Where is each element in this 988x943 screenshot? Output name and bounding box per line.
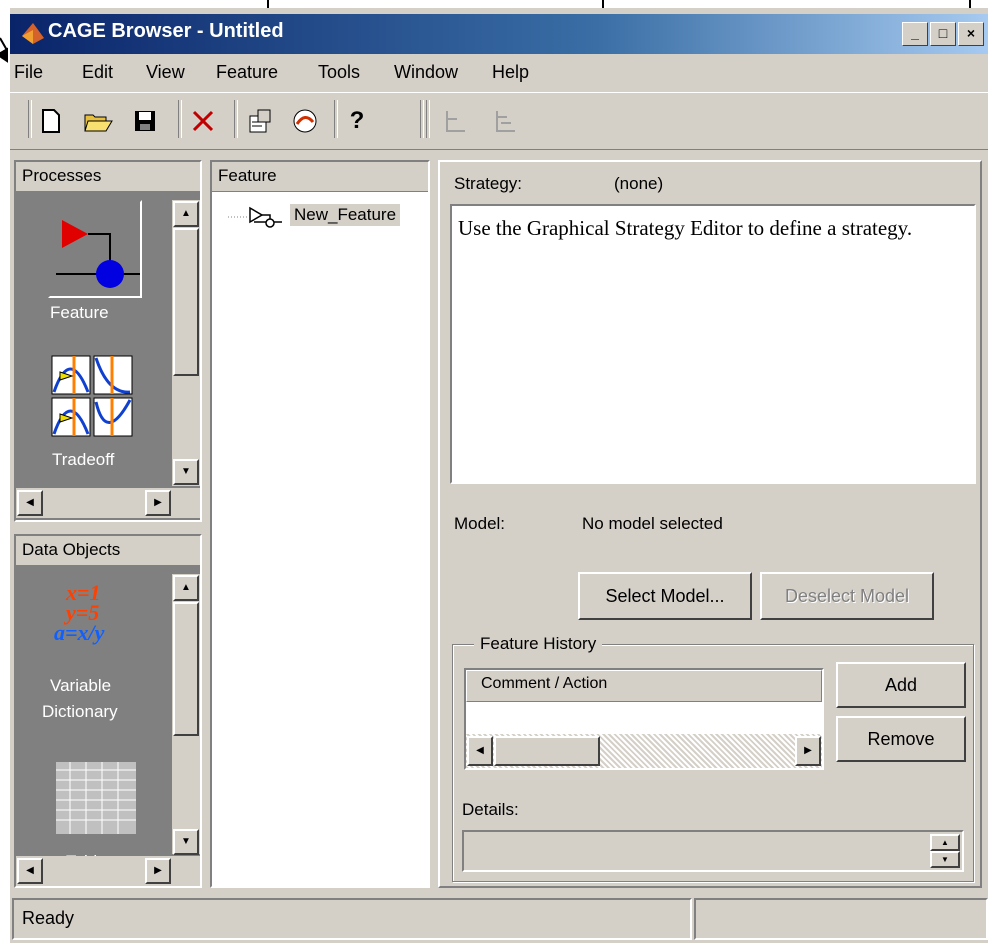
tradeoff-process-label: Tradeoff: [52, 450, 115, 469]
delete-icon[interactable]: [188, 106, 218, 136]
scroll-left-button[interactable]: ◀: [467, 736, 493, 766]
status-bar-secondary: [694, 898, 988, 940]
feature-node-icon: [249, 206, 282, 228]
toolbar-grip: [28, 100, 32, 138]
tables-icon: [56, 762, 136, 834]
scroll-left-button[interactable]: ◀: [17, 858, 43, 884]
spinner-down-button[interactable]: ▼: [930, 851, 960, 868]
scroll-down-button[interactable]: ▼: [173, 829, 199, 855]
new-file-icon[interactable]: [36, 106, 66, 136]
feature-process-icon: [56, 220, 140, 288]
variable-dictionary-item[interactable]: x=1 y=5 a=x/y Variable Dictionary: [42, 580, 168, 730]
menu-feature[interactable]: Feature: [216, 62, 278, 83]
menu-tools[interactable]: Tools: [318, 62, 360, 83]
help-icon[interactable]: ?: [342, 106, 372, 136]
menu-help[interactable]: Help: [492, 62, 529, 83]
scroll-thumb[interactable]: [173, 228, 199, 376]
feature-process-label: Feature: [50, 303, 109, 322]
tree-connector-line: [228, 216, 248, 218]
feature-process-item[interactable]: Feature: [46, 200, 166, 338]
scroll-right-button[interactable]: ▶: [795, 736, 821, 766]
scroll-up-button[interactable]: ▲: [173, 575, 199, 601]
strategy-label: Strategy:: [454, 174, 523, 193]
scroll-thumb[interactable]: [494, 736, 600, 766]
feature-tree-header: Feature: [212, 162, 428, 192]
status-text: Ready: [22, 908, 75, 928]
select-model-button[interactable]: Select Model...: [578, 572, 752, 620]
strategy-description: Use the Graphical Strategy Editor to def…: [458, 216, 913, 240]
model-label: Model:: [454, 514, 506, 533]
menu-window[interactable]: Window: [394, 62, 458, 83]
scroll-up-button[interactable]: ▲: [173, 201, 199, 227]
scroll-down-button[interactable]: ▼: [173, 459, 199, 485]
align-left-icon: [440, 106, 470, 136]
remove-button[interactable]: Remove: [836, 716, 966, 762]
processes-hscrollbar[interactable]: [16, 488, 200, 518]
toolbar-grip: [426, 100, 430, 138]
var-dict-line3: a=x/y: [54, 620, 105, 645]
spinner-up-button[interactable]: ▲: [930, 834, 960, 851]
add-button[interactable]: Add: [836, 662, 966, 708]
var-dict-label2: Dictionary: [42, 702, 118, 721]
history-column-header[interactable]: Comment / Action: [466, 670, 822, 702]
status-bar: [12, 898, 692, 940]
toolbar-separator: [178, 100, 182, 138]
model-icon[interactable]: [290, 106, 320, 136]
details-field[interactable]: [462, 830, 964, 872]
details-label: Details:: [462, 800, 519, 819]
feature-tree-pane: [210, 160, 430, 888]
menu-file[interactable]: File: [14, 62, 43, 83]
close-button[interactable]: ×: [958, 22, 984, 46]
tree-node-label: New_Feature: [290, 204, 401, 226]
window-title: CAGE Browser - Untitled: [48, 20, 284, 42]
matlab-logo-icon: [22, 23, 44, 44]
feature-history-title: Feature History: [474, 634, 603, 654]
scroll-thumb[interactable]: [173, 602, 199, 736]
data-objects-hscrollbar[interactable]: [16, 856, 200, 886]
strategy-text-area: [450, 204, 976, 484]
toolbar-separator: [234, 100, 238, 138]
minimize-button[interactable]: _: [902, 22, 928, 46]
deselect-model-button[interactable]: Deselect Model: [760, 572, 934, 620]
tables-item[interactable]: Tables: [50, 760, 160, 866]
toolbar-separator: [334, 100, 338, 138]
open-folder-icon[interactable]: [84, 106, 114, 136]
strategy-value: (none): [614, 174, 664, 193]
toolbar-grip: [420, 100, 424, 138]
menu-view[interactable]: View: [146, 62, 185, 83]
save-icon[interactable]: [130, 106, 160, 136]
menu-edit[interactable]: Edit: [82, 62, 113, 83]
properties-icon[interactable]: [246, 106, 276, 136]
scroll-left-button[interactable]: ◀: [17, 490, 43, 516]
scroll-right-button[interactable]: ▶: [145, 858, 171, 884]
model-value: No model selected: [582, 514, 723, 533]
tradeoff-process-item[interactable]: Tradeoff: [50, 354, 160, 474]
align-tree-icon: [490, 106, 520, 136]
tree-node-new-feature[interactable]: New_Feature: [226, 204, 428, 230]
tradeoff-process-icon: [51, 355, 133, 437]
scroll-right-button[interactable]: ▶: [145, 490, 171, 516]
data-objects-header: Data Objects: [16, 536, 200, 566]
details-spinner[interactable]: ▲ ▼: [930, 834, 960, 868]
var-dict-label1: Variable: [50, 676, 112, 695]
processes-header: Processes: [16, 162, 200, 192]
maximize-button[interactable]: □: [930, 22, 956, 46]
